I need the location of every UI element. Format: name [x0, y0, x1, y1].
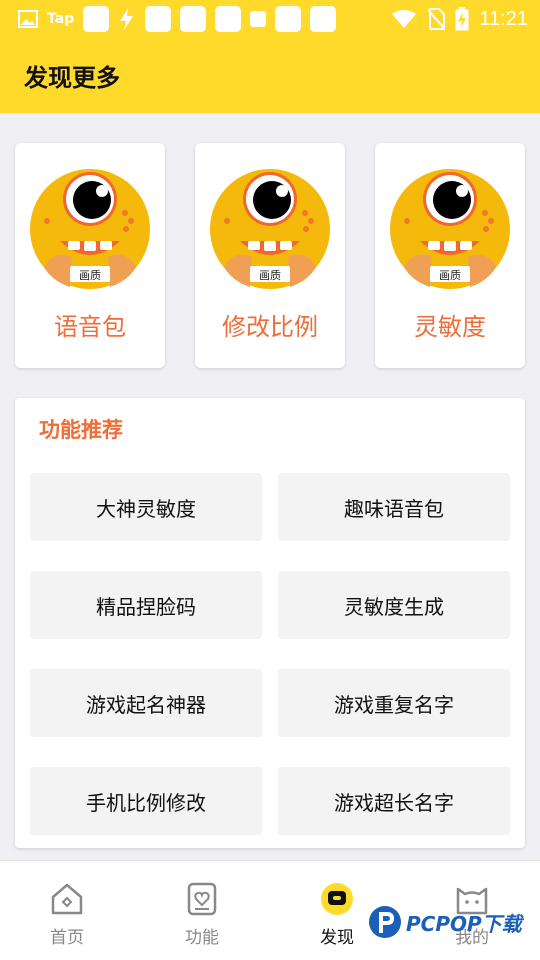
- page-title: 发现更多: [24, 64, 120, 92]
- mascot-avatar-icon: 画质: [210, 169, 330, 289]
- mascot-badge-text: 画质: [259, 269, 281, 282]
- status-bar: Tap 11:21: [0, 0, 540, 38]
- notification-placeholder-icon: [180, 6, 207, 32]
- feature-button-face-codes[interactable]: 精品捏脸码: [30, 571, 262, 639]
- top-cards: 画质 语音包 画质 修改比例 画质 灵敏度: [15, 143, 525, 368]
- notification-placeholder-icon: [215, 6, 242, 32]
- page-header: 发现更多: [0, 38, 540, 113]
- card-label: 灵敏度: [414, 313, 486, 341]
- tap-notification-label: Tap: [47, 11, 75, 27]
- feature-button-sensitivity-generator[interactable]: 灵敏度生成: [278, 571, 510, 639]
- tab-label: 发现: [320, 928, 354, 948]
- notification-placeholder-icon: [310, 6, 337, 32]
- notification-placeholder-icon: [145, 6, 172, 32]
- feature-button-fun-voice-pack[interactable]: 趣味语音包: [278, 473, 510, 541]
- mascot-badge-text: 画质: [439, 269, 461, 282]
- flash-icon: [120, 8, 134, 30]
- wifi-icon: [392, 10, 417, 28]
- mascot-badge-text: 画质: [79, 269, 101, 282]
- home-icon: [51, 883, 83, 915]
- discover-icon: [321, 883, 353, 915]
- battery-charging-icon: [455, 7, 469, 31]
- notification-placeholder-icon: [275, 6, 302, 32]
- tab-label: 功能: [185, 928, 219, 948]
- card-label: 语音包: [54, 313, 126, 341]
- notification-placeholder-icon: [83, 6, 110, 32]
- watermark-text: PCPOP下载: [406, 911, 522, 936]
- feature-panel: 功能推荐 大神灵敏度 趣味语音包 精品捏脸码 灵敏度生成 游戏起名神器 游戏重复…: [15, 398, 525, 848]
- feature-button-duplicate-name[interactable]: 游戏重复名字: [278, 669, 510, 737]
- tab-home[interactable]: 首页: [27, 881, 107, 948]
- mascot-avatar-icon: 画质: [390, 169, 510, 289]
- feature-button-ratio-modify[interactable]: 手机比例修改: [30, 767, 262, 835]
- heart-card-icon: [187, 882, 217, 916]
- no-sim-icon: [427, 8, 446, 30]
- card-label: 修改比例: [222, 313, 318, 341]
- feature-button-master-sensitivity[interactable]: 大神灵敏度: [30, 473, 262, 541]
- pcpop-watermark: PCPOP下载: [368, 905, 522, 939]
- mascot-avatar-icon: 画质: [30, 169, 150, 289]
- tab-label: 首页: [50, 928, 84, 948]
- notification-placeholder-icon: [250, 11, 267, 27]
- feature-button-long-name[interactable]: 游戏超长名字: [278, 767, 510, 835]
- tab-discover[interactable]: 发现: [297, 881, 377, 948]
- clock: 11:21: [479, 7, 528, 30]
- card-voice-pack[interactable]: 画质 语音包: [15, 143, 165, 368]
- section-title: 功能推荐: [39, 418, 123, 442]
- image-notification-icon: [18, 10, 38, 28]
- card-sensitivity[interactable]: 画质 灵敏度: [375, 143, 525, 368]
- tab-functions[interactable]: 功能: [162, 881, 242, 948]
- pcpop-logo-icon: [369, 906, 401, 938]
- feature-button-name-generator[interactable]: 游戏起名神器: [30, 669, 262, 737]
- card-ratio-modify[interactable]: 画质 修改比例: [195, 143, 345, 368]
